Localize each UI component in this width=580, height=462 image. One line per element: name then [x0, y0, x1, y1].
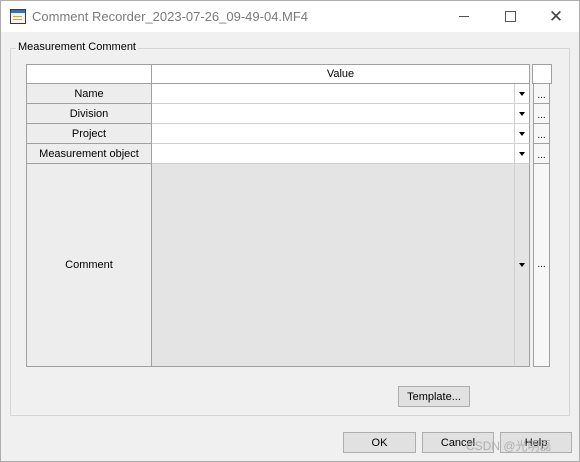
dropdown-arrow-icon — [519, 263, 525, 267]
row-header-comment: Comment — [26, 164, 152, 367]
comment-value-field[interactable] — [152, 164, 514, 367]
project-dropdown-button[interactable] — [514, 124, 530, 144]
name-ellipsis-button[interactable]: ... — [533, 84, 550, 104]
minimize-button[interactable] — [441, 1, 487, 32]
app-window-icon — [10, 9, 26, 24]
row-header-name: Name — [26, 84, 152, 104]
minimize-icon — [459, 16, 469, 17]
ok-button[interactable]: OK — [343, 432, 416, 453]
row-header-project: Project — [26, 124, 152, 144]
division-value-field[interactable] — [152, 104, 514, 124]
comment-grid: Value Name ... Division ... Project ... … — [26, 64, 552, 367]
column-header-extra — [532, 64, 552, 84]
dropdown-arrow-icon — [519, 131, 525, 136]
row-header-division: Division — [26, 104, 152, 124]
maximize-icon — [504, 11, 516, 22]
comment-ellipsis-button[interactable]: ... — [533, 164, 550, 367]
row-header-measurement-object: Measurement object — [26, 144, 152, 164]
window-title: Comment Recorder_2023-07-26_09-49-04.MF4 — [32, 9, 309, 24]
close-button[interactable]: ✕ — [533, 1, 579, 32]
measurement-object-dropdown-button[interactable] — [514, 144, 530, 164]
grid-corner — [26, 64, 152, 84]
comment-dropdown-button[interactable] — [514, 164, 530, 367]
division-ellipsis-button[interactable]: ... — [533, 104, 550, 124]
close-icon: ✕ — [548, 7, 564, 26]
project-ellipsis-button[interactable]: ... — [533, 124, 550, 144]
name-dropdown-button[interactable] — [514, 84, 530, 104]
division-dropdown-button[interactable] — [514, 104, 530, 124]
dropdown-arrow-icon — [519, 111, 525, 116]
title-bar[interactable]: Comment Recorder_2023-07-26_09-49-04.MF4… — [1, 1, 579, 32]
project-value-field[interactable] — [152, 124, 514, 144]
column-header-value: Value — [152, 64, 530, 84]
watermark-text: CSDN @光明磊 — [466, 439, 552, 453]
name-value-field[interactable] — [152, 84, 514, 104]
measurement-object-value-field[interactable] — [152, 144, 514, 164]
maximize-button[interactable] — [487, 1, 533, 32]
template-button[interactable]: Template... — [398, 386, 470, 407]
group-label: Measurement Comment — [16, 41, 138, 53]
measurement-object-ellipsis-button[interactable]: ... — [533, 144, 550, 164]
dropdown-arrow-icon — [519, 151, 525, 156]
dropdown-arrow-icon — [519, 91, 525, 96]
